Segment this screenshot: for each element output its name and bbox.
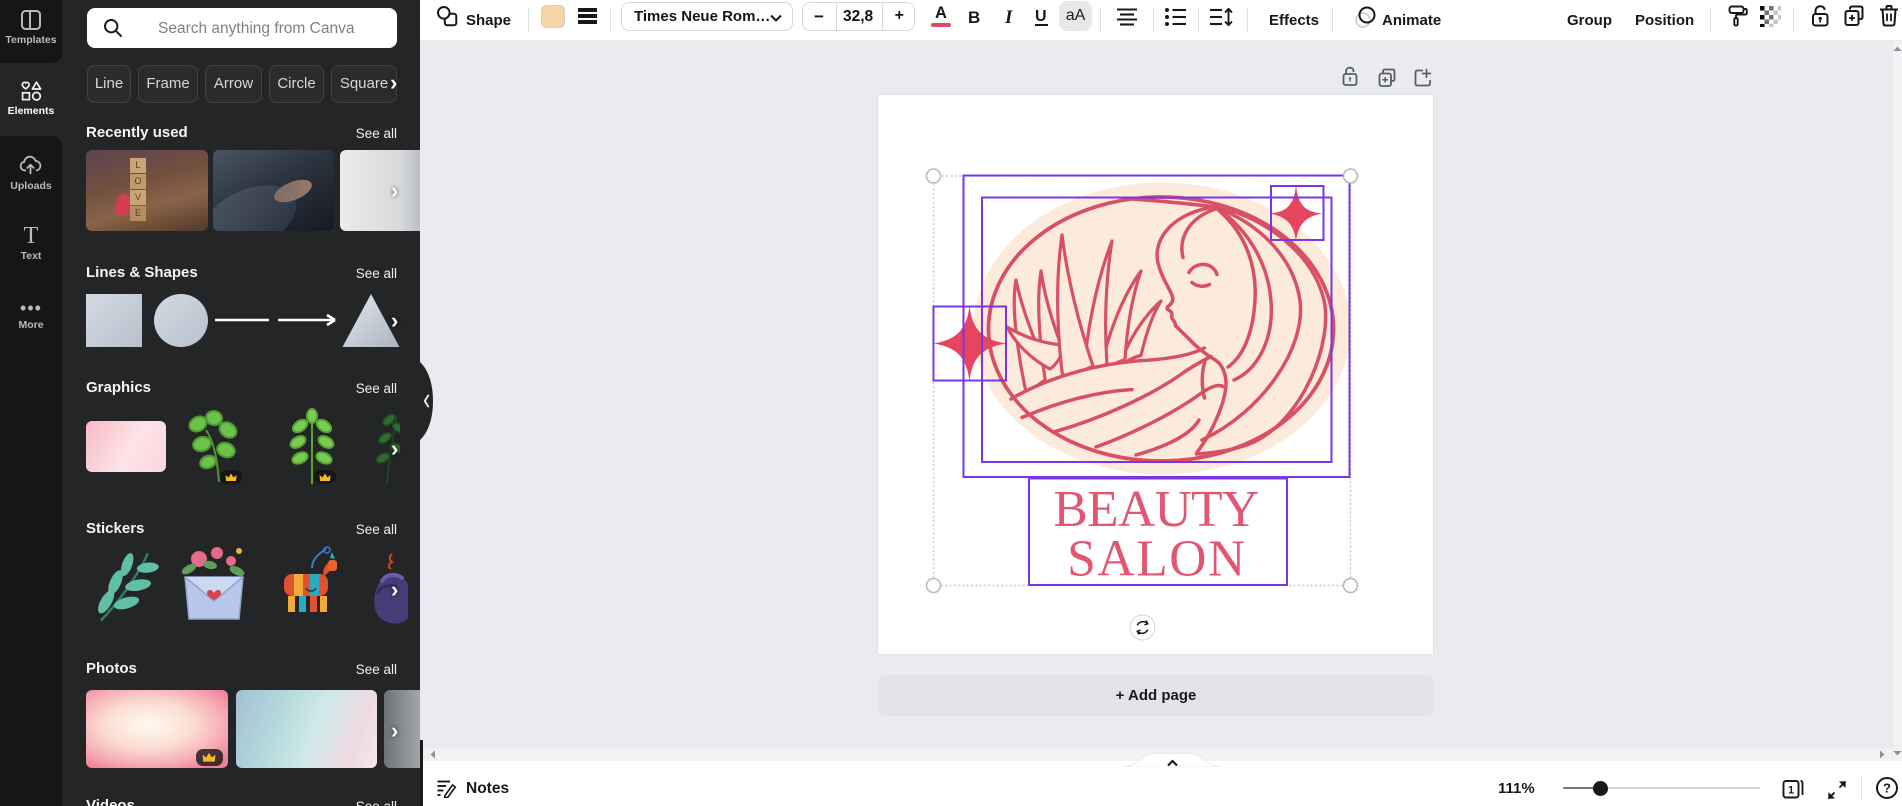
svg-text:?: ? [1883,781,1891,796]
svg-text:1: 1 [1788,785,1794,797]
